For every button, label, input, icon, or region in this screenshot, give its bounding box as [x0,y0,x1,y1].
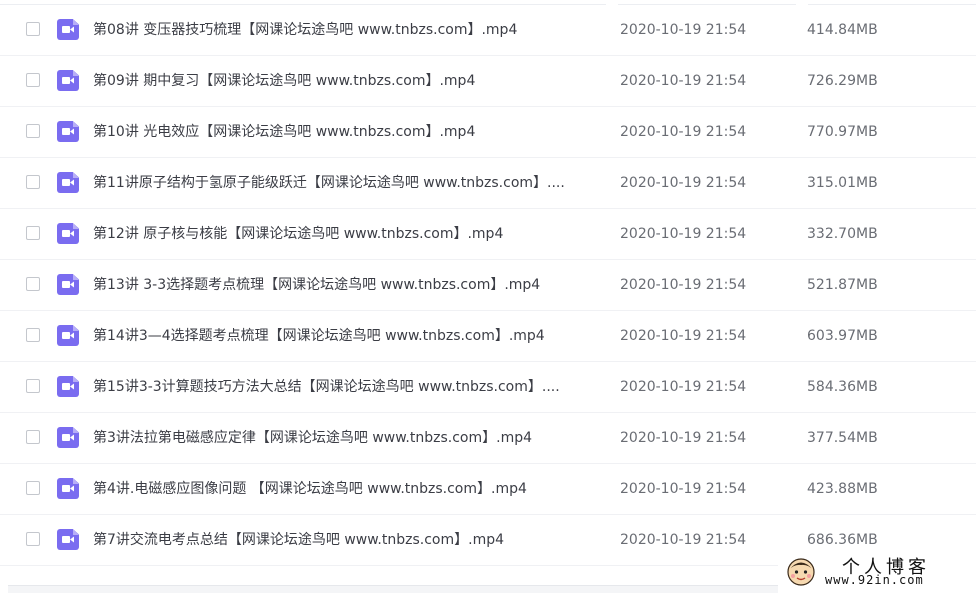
file-name[interactable]: 第13讲 3-3选择题考点梳理【网课论坛途鸟吧 www.tnbzs.com】.m… [93,275,601,295]
file-name[interactable]: 第08讲 变压器技巧梳理【网课论坛途鸟吧 www.tnbzs.com】.mp4 [93,20,601,40]
file-name[interactable]: 第3讲法拉第电磁感应定律【网课论坛途鸟吧 www.tnbzs.com】.mp4 [93,428,601,448]
file-name[interactable]: 第12讲 原子核与核能【网课论坛途鸟吧 www.tnbzs.com】.mp4 [93,224,601,244]
row-checkbox[interactable] [26,481,40,495]
file-date: 2020-10-19 21:54 [620,430,747,446]
video-file-icon [57,274,79,295]
video-file-icon [57,478,79,499]
video-file-icon [57,70,79,91]
file-date: 2020-10-19 21:54 [620,73,747,89]
file-size: 686.36MB [807,532,878,548]
blog-watermark: 个人博客 www.92in.com [778,553,976,593]
file-name[interactable]: 第09讲 期中复习【网课论坛途鸟吧 www.tnbzs.com】.mp4 [93,71,601,91]
file-date: 2020-10-19 21:54 [620,328,747,344]
file-size: 603.97MB [807,328,878,344]
file-row[interactable]: 第09讲 期中复习【网课论坛途鸟吧 www.tnbzs.com】.mp4 2020… [0,56,976,107]
row-checkbox[interactable] [26,73,40,87]
file-size: 770.97MB [807,124,878,140]
file-row[interactable]: 第14讲3—4选择题考点梳理【网课论坛途鸟吧 www.tnbzs.com】.mp… [0,311,976,362]
row-checkbox[interactable] [26,430,40,444]
video-file-icon [57,121,79,142]
file-name[interactable]: 第14讲3—4选择题考点梳理【网课论坛途鸟吧 www.tnbzs.com】.mp… [93,326,601,346]
file-size: 377.54MB [807,430,878,446]
mascot-logo-icon [787,558,815,586]
video-file-icon [57,529,79,550]
file-name[interactable]: 第4讲.电磁感应图像问题 【网课论坛途鸟吧 www.tnbzs.com】.mp4 [93,479,601,499]
watermark-url: www.92in.com [825,573,924,587]
file-row[interactable]: 第10讲 光电效应【网课论坛途鸟吧 www.tnbzs.com】.mp4 2020… [0,107,976,158]
file-row[interactable]: 第11讲原子结构于氢原子能级跃迁【网课论坛途鸟吧 www.tnbzs.com】.… [0,158,976,209]
file-size: 315.01MB [807,175,878,191]
row-checkbox[interactable] [26,328,40,342]
row-checkbox[interactable] [26,379,40,393]
file-name[interactable]: 第7讲交流电考点总结【网课论坛途鸟吧 www.tnbzs.com】.mp4 [93,530,601,550]
row-checkbox[interactable] [26,277,40,291]
file-name[interactable]: 第10讲 光电效应【网课论坛途鸟吧 www.tnbzs.com】.mp4 [93,122,601,142]
file-size: 726.29MB [807,73,878,89]
row-checkbox[interactable] [26,226,40,240]
file-list-page: 第08讲 变压器技巧梳理【网课论坛途鸟吧 www.tnbzs.com】.mp4 2… [0,0,976,593]
file-list: 第08讲 变压器技巧梳理【网课论坛途鸟吧 www.tnbzs.com】.mp4 2… [0,5,976,593]
horizontal-scrollbar[interactable] [8,585,778,593]
file-row[interactable]: 第08讲 变压器技巧梳理【网课论坛途鸟吧 www.tnbzs.com】.mp4 2… [0,5,976,56]
file-date: 2020-10-19 21:54 [620,481,747,497]
video-file-icon [57,223,79,244]
file-size: 414.84MB [807,22,878,38]
row-checkbox[interactable] [26,532,40,546]
file-date: 2020-10-19 21:54 [620,175,747,191]
video-file-icon [57,172,79,193]
file-size: 584.36MB [807,379,878,395]
row-checkbox[interactable] [26,175,40,189]
file-name[interactable]: 第15讲3-3计算题技巧方法大总结【网课论坛途鸟吧 www.tnbzs.com】… [93,377,601,397]
file-date: 2020-10-19 21:54 [620,124,747,140]
file-row[interactable]: 第13讲 3-3选择题考点梳理【网课论坛途鸟吧 www.tnbzs.com】.m… [0,260,976,311]
file-date: 2020-10-19 21:54 [620,226,747,242]
file-size: 332.70MB [807,226,878,242]
file-size: 521.87MB [807,277,878,293]
video-file-icon [57,427,79,448]
file-size: 423.88MB [807,481,878,497]
file-date: 2020-10-19 21:54 [620,379,747,395]
video-file-icon [57,325,79,346]
row-checkbox[interactable] [26,22,40,36]
video-file-icon [57,19,79,40]
file-name[interactable]: 第11讲原子结构于氢原子能级跃迁【网课论坛途鸟吧 www.tnbzs.com】.… [93,173,601,193]
file-date: 2020-10-19 21:54 [620,277,747,293]
file-date: 2020-10-19 21:54 [620,22,747,38]
file-date: 2020-10-19 21:54 [620,532,747,548]
file-row[interactable]: 第15讲3-3计算题技巧方法大总结【网课论坛途鸟吧 www.tnbzs.com】… [0,362,976,413]
file-row[interactable]: 第3讲法拉第电磁感应定律【网课论坛途鸟吧 www.tnbzs.com】.mp4 2… [0,413,976,464]
file-row[interactable]: 第4讲.电磁感应图像问题 【网课论坛途鸟吧 www.tnbzs.com】.mp4… [0,464,976,515]
file-row[interactable]: 第12讲 原子核与核能【网课论坛途鸟吧 www.tnbzs.com】.mp4 20… [0,209,976,260]
row-checkbox[interactable] [26,124,40,138]
video-file-icon [57,376,79,397]
